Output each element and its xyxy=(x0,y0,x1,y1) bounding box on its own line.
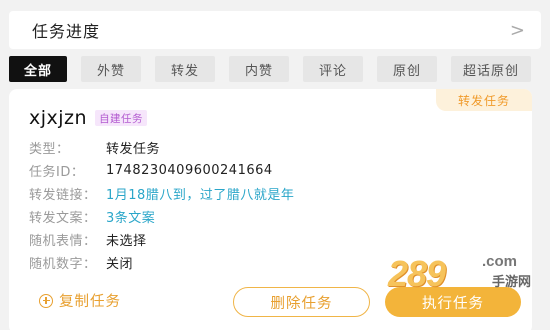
self-created-badge: 自建任务 xyxy=(95,110,148,126)
watermark-number: 289 xyxy=(388,253,446,294)
watermark-domain: .com xyxy=(482,253,518,270)
chevron-right-icon: > xyxy=(509,19,525,41)
copy-task-button[interactable]: 复制任务 xyxy=(39,290,121,311)
info-row-forward-link: 转发链接： 1月18腊八到，过了腊八就是年 xyxy=(29,183,294,203)
row-value: 转发任务 xyxy=(106,141,161,157)
row-label: 任务ID： xyxy=(29,164,85,180)
tab-forward[interactable]: 转发 xyxy=(155,56,215,82)
username-row: xjxjzn 自建任务 xyxy=(29,107,148,129)
row-label: 随机数字： xyxy=(29,256,97,272)
tab-all[interactable]: 全部 xyxy=(9,56,67,82)
tab-topic-original[interactable]: 超话原创 xyxy=(451,56,531,82)
tab-external-like[interactable]: 外赞 xyxy=(81,56,141,82)
copy-task-label: 复制任务 xyxy=(59,294,121,310)
row-label: 随机表情： xyxy=(29,233,97,249)
row-value: 未选择 xyxy=(106,233,147,249)
watermark-sub: 手游网 xyxy=(492,275,532,290)
row-label: 转发文案： xyxy=(29,210,97,226)
tab-comment[interactable]: 评论 xyxy=(303,56,363,82)
username: xjxjzn xyxy=(29,107,88,129)
row-label: 转发链接： xyxy=(29,187,97,203)
info-row-random-emoji: 随机表情： 未选择 xyxy=(29,229,147,249)
info-row-task-id: 任务ID： 1748230409600241664 xyxy=(29,160,273,180)
filter-tabs: 全部 外赞 转发 内赞 评论 原创 超话原创 xyxy=(9,55,541,83)
tab-internal-like[interactable]: 内赞 xyxy=(229,56,289,82)
forward-link[interactable]: 1月18腊八到，过了腊八就是年 xyxy=(106,184,294,203)
site-watermark: 289 .com 手游网 xyxy=(388,253,538,297)
delete-task-button[interactable]: 删除任务 xyxy=(233,287,370,317)
info-row-random-number: 随机数字： 关闭 xyxy=(29,252,133,272)
row-value: 1748230409600241664 xyxy=(106,162,273,178)
tab-original[interactable]: 原创 xyxy=(377,56,437,82)
forward-copy-link[interactable]: 3条文案 xyxy=(106,207,155,226)
row-label: 类型： xyxy=(29,141,70,157)
page-title: 任务进度 xyxy=(32,22,101,41)
plus-circle-icon xyxy=(39,293,53,308)
task-progress-header[interactable]: 任务进度 > xyxy=(9,11,541,49)
info-row-forward-copy: 转发文案： 3条文案 xyxy=(29,206,155,226)
task-type-tag: 转发任务 xyxy=(436,89,532,111)
info-row-type: 类型： 转发任务 xyxy=(29,137,160,157)
row-value: 关闭 xyxy=(106,256,134,272)
